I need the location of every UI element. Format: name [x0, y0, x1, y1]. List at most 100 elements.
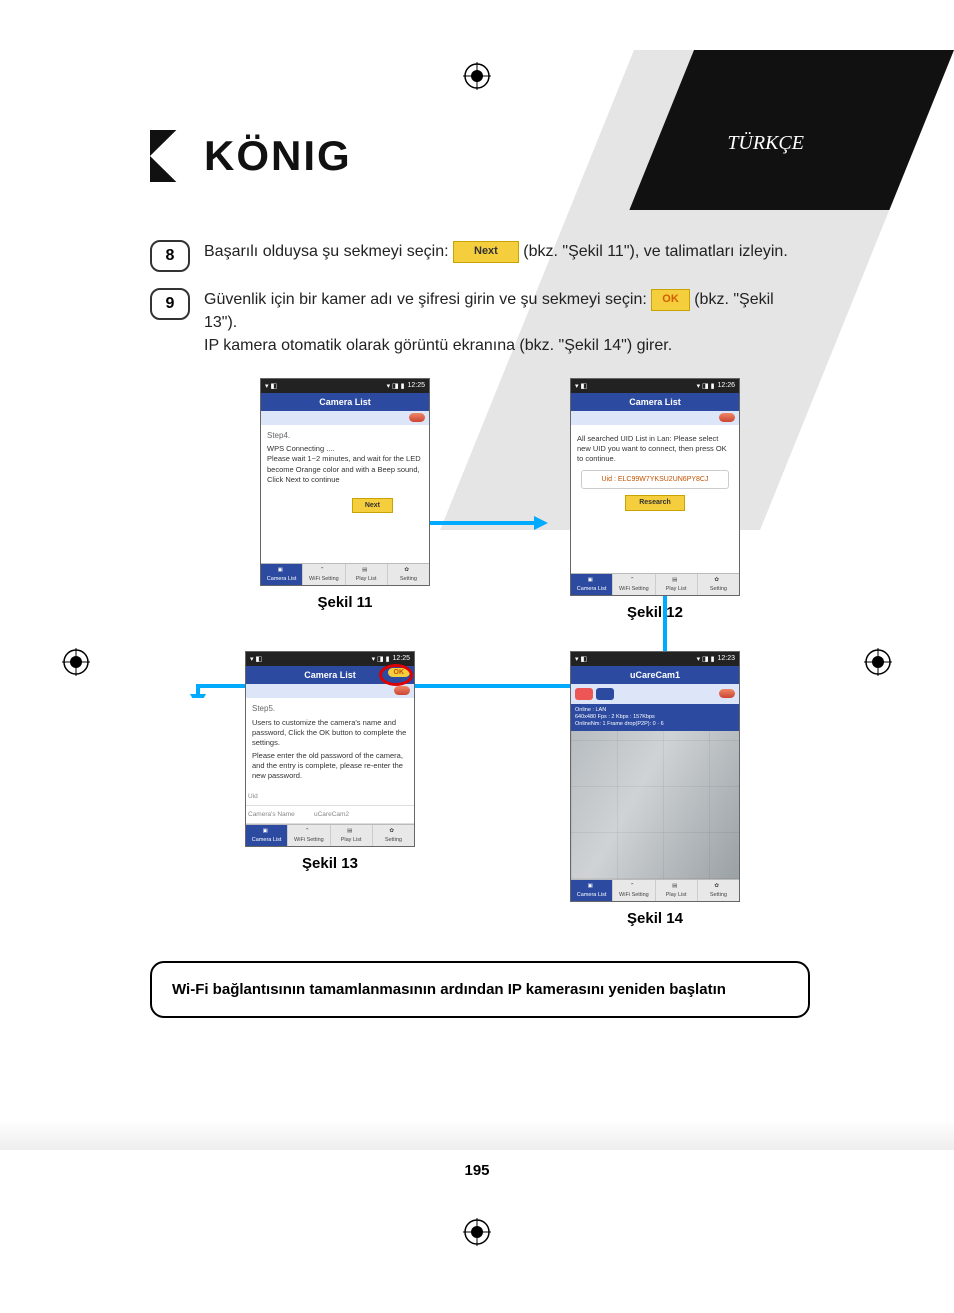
- step-8-text-b: (bkz. "Şekil 11"), ve talimatları izleyi…: [523, 243, 787, 260]
- camera-live-view: [571, 731, 739, 879]
- tab-wifi: ⌃WiFi Setting: [288, 825, 330, 846]
- screenshot-fig14: ▾ ◧ ▾ ◨ ▮12:23 uCareCam1 Online : LAN 64…: [570, 651, 740, 902]
- bottom-nav: ▣Camera List ⌃WiFi Setting ▤Play List ✿S…: [571, 573, 739, 595]
- wifi-icon: ▾ ◨ ▮: [697, 382, 715, 390]
- camera-icon: ▣: [278, 567, 286, 575]
- status-left-icon: ▾ ◧: [575, 382, 587, 390]
- tab-camera-list: ▣Camera List: [246, 825, 288, 846]
- wifi-icon: ⌃: [630, 577, 638, 585]
- playlist-icon: ▤: [362, 567, 370, 575]
- screenshot-fig13: ▾ ◧ ▾ ◨ ▮12:25 Camera List OK Step5. Use…: [245, 651, 415, 848]
- tab-label: Setting: [710, 892, 727, 898]
- sub-toolbar: [571, 411, 739, 425]
- status-left-icon: ▾ ◧: [575, 655, 587, 663]
- record-icon: [719, 689, 735, 698]
- camera-name-value: uCareCam2: [314, 811, 349, 818]
- brand-logo: KÖNIG: [150, 130, 352, 182]
- camera-icon: ▣: [263, 828, 271, 836]
- screenshot-fig11: ▾ ◧ ▾ ◨ ▮12:25 Camera List Step4. WPS Co…: [260, 378, 430, 587]
- fig12-uid-box: Uid : ELC99W7YKSU2UN6PY8CJ: [581, 470, 729, 489]
- tab-label: WiFi Setting: [294, 837, 324, 843]
- brand-mark-icon: [150, 130, 194, 182]
- status-time: 12:23: [717, 655, 735, 662]
- figure-13-caption: Şekil 13: [302, 855, 358, 872]
- status-bar: ▾ ◧ ▾ ◨ ▮12:23: [571, 652, 739, 666]
- tab-wifi: ⌃WiFi Setting: [303, 564, 345, 585]
- live-info-line1: Online : LAN: [575, 707, 735, 714]
- status-time: 12:25: [392, 655, 410, 662]
- gear-icon: ✿: [404, 567, 412, 575]
- figure-12: ▾ ◧ ▾ ◨ ▮12:26 Camera List All searched …: [530, 378, 780, 621]
- tab-playlist: ▤Play List: [656, 880, 698, 901]
- page-fade: [0, 1120, 954, 1150]
- fig12-research-button: Research: [625, 495, 685, 510]
- fig12-body-text: All searched UID List in Lan: Please sel…: [577, 434, 733, 464]
- title-text: Camera List: [304, 670, 356, 680]
- wifi-icon: ▾ ◨ ▮: [387, 382, 405, 390]
- step-9-line2: IP kamera otomatik olarak görüntü ekranı…: [204, 337, 672, 354]
- tab-setting: ✿Setting: [373, 825, 414, 846]
- wifi-icon: ⌃: [630, 883, 638, 891]
- step-9-line1-a: Güvenlik için bir kamer adı ve şifresi g…: [204, 291, 651, 308]
- camera-icon: ▣: [588, 883, 596, 891]
- tab-label: Camera List: [252, 837, 282, 843]
- tab-label: Play List: [356, 576, 377, 582]
- tab-setting: ✿Setting: [698, 574, 739, 595]
- record-button-icon: [575, 688, 593, 700]
- tab-label: Play List: [666, 586, 687, 592]
- status-bar: ▾ ◧ ▾ ◨ ▮12:25: [246, 652, 414, 666]
- step-8-text: Başarılı olduysa şu sekmeyi seçin: Next …: [204, 240, 788, 263]
- status-left-icon: ▾ ◧: [265, 382, 277, 390]
- record-icon: [394, 686, 410, 695]
- registration-mark-icon: [62, 648, 90, 676]
- wifi-icon: ⌃: [320, 567, 328, 575]
- live-info-line2: 640x480 Fps : 2 Kbps : 157Kbps: [575, 714, 735, 721]
- status-time: 12:25: [407, 382, 425, 389]
- tab-label: Camera List: [267, 576, 297, 582]
- step-9: 9 Güvenlik için bir kamer adı ve şifresi…: [150, 288, 810, 358]
- sub-toolbar: [261, 411, 429, 425]
- uid-label: Uid: [248, 793, 308, 800]
- bottom-nav: ▣Camera List ⌃WiFi Setting ▤Play List ✿S…: [261, 563, 429, 585]
- tab-label: Setting: [400, 576, 417, 582]
- record-icon: [409, 413, 425, 422]
- tab-camera-list: ▣Camera List: [261, 564, 303, 585]
- next-button-inline: Next: [453, 241, 519, 263]
- tab-playlist: ▤Play List: [331, 825, 373, 846]
- step-number-8: 8: [150, 240, 190, 272]
- status-time: 12:26: [717, 382, 735, 389]
- playlist-icon: ▤: [347, 828, 355, 836]
- playlist-icon: ▤: [672, 577, 680, 585]
- fig11-next-button: Next: [352, 498, 393, 513]
- camera-icon: ▣: [588, 577, 596, 585]
- fig13-p1: Users to customize the camera's name and…: [252, 718, 408, 748]
- screenshot-fig12: ▾ ◧ ▾ ◨ ▮12:26 Camera List All searched …: [570, 378, 740, 596]
- figure-14-caption: Şekil 14: [627, 910, 683, 927]
- language-label: TÜRKÇE: [727, 132, 804, 155]
- tab-label: WiFi Setting: [619, 586, 649, 592]
- figure-11: ▾ ◧ ▾ ◨ ▮12:25 Camera List Step4. WPS Co…: [220, 378, 470, 621]
- tab-label: Play List: [666, 892, 687, 898]
- tab-label: WiFi Setting: [309, 576, 339, 582]
- registration-mark-icon: [864, 648, 892, 676]
- gear-icon: ✿: [389, 828, 397, 836]
- fig13-step-label: Step5.: [252, 704, 408, 715]
- live-info-line3: OnlineNm: 1 Frame drop(P2P): 0 · 6: [575, 721, 735, 728]
- figure-14: ▾ ◧ ▾ ◨ ▮12:23 uCareCam1 Online : LAN 64…: [530, 651, 780, 927]
- status-left-icon: ▾ ◧: [250, 655, 262, 663]
- tab-setting: ✿Setting: [698, 880, 739, 901]
- fig13-uid-row: Uid: [246, 788, 414, 806]
- app-title-bar: Camera List: [571, 393, 739, 411]
- step-9-text: Güvenlik için bir kamer adı ve şifresi g…: [204, 288, 810, 358]
- app-title-bar: uCareCam1: [571, 666, 739, 684]
- step-8-text-a: Başarılı olduysa şu sekmeyi seçin:: [204, 243, 453, 260]
- tab-camera-list: ▣Camera List: [571, 880, 613, 901]
- page-number: 195: [0, 1162, 954, 1179]
- wifi-icon: ⌃: [305, 828, 313, 836]
- camera-name-label: Camera's Name: [248, 811, 308, 818]
- step-number-9: 9: [150, 288, 190, 320]
- status-bar: ▾ ◧ ▾ ◨ ▮12:26: [571, 379, 739, 393]
- fig11-body-text: WPS Connecting .... Please wait 1~2 minu…: [267, 444, 423, 485]
- highlight-circle-icon: [379, 664, 413, 686]
- figures-grid: ▾ ◧ ▾ ◨ ▮12:25 Camera List Step4. WPS Co…: [220, 378, 780, 928]
